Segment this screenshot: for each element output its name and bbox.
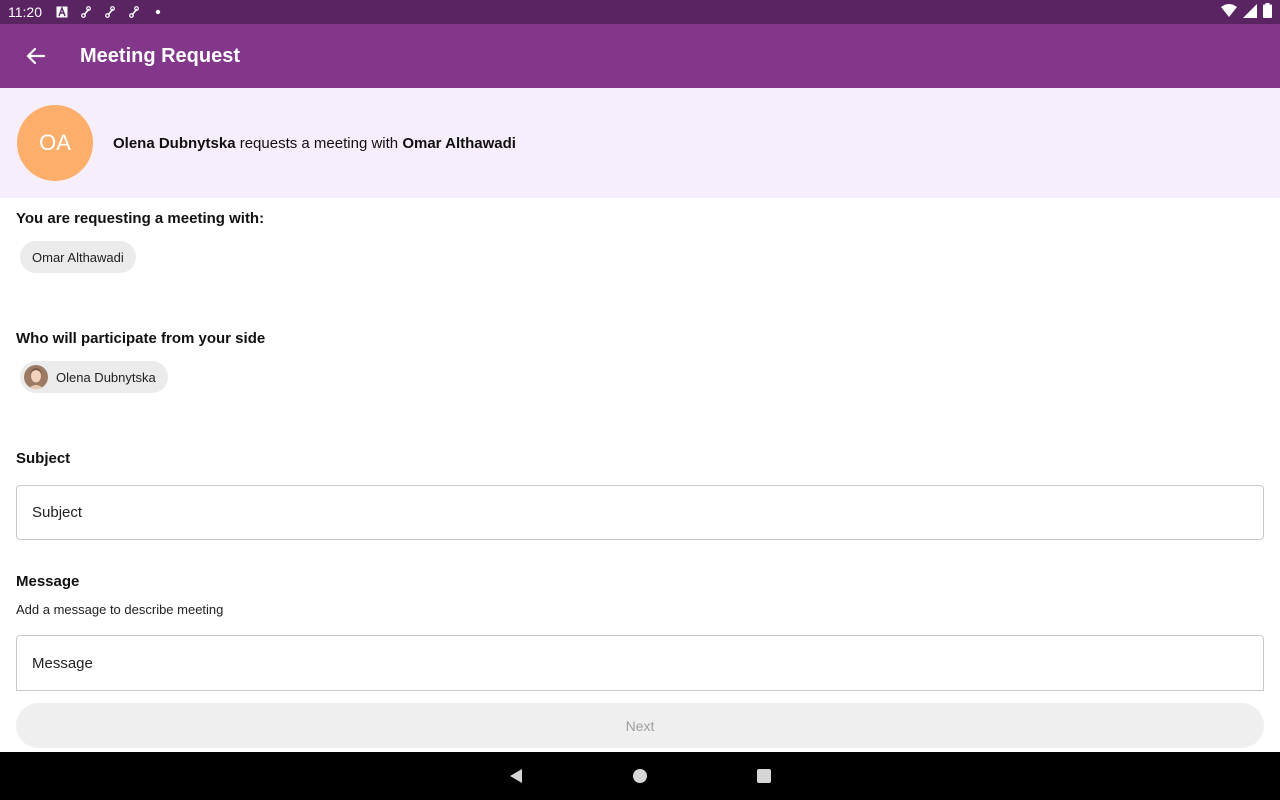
message-input[interactable]: [32, 654, 1263, 672]
arrow-left-icon: [26, 47, 46, 65]
next-button-label: Next: [625, 717, 655, 734]
participant-chip[interactable]: Olena Dubnytska: [20, 361, 168, 393]
home-circle-icon: [633, 769, 647, 783]
battery-icon: [1263, 3, 1272, 21]
subject-input[interactable]: [32, 504, 1263, 521]
nav-back-button[interactable]: [504, 764, 528, 788]
status-time: 11:20: [8, 4, 42, 20]
participant-avatar: [24, 365, 48, 389]
requester-name: Olena Dubnytska: [113, 134, 236, 152]
message-field: [16, 635, 1264, 691]
page-title: Meeting Request: [80, 44, 241, 67]
wifi-icon: [1221, 3, 1237, 21]
status-bar: 11:20: [0, 0, 1280, 24]
avatar: OA: [17, 105, 93, 181]
app-bar: Meeting Request: [0, 24, 1280, 88]
system-nav-bar: [0, 752, 1280, 800]
link-icon: [102, 4, 118, 20]
participant-name: Olena Dubnytska: [56, 369, 156, 385]
back-triangle-icon: [510, 769, 522, 783]
recents-square-icon: [757, 769, 771, 783]
dot-icon: [150, 4, 166, 20]
avatar-initials: OA: [39, 130, 71, 155]
target-name: Omar Althawadi: [402, 134, 516, 152]
message-hint: Add a message to describe meeting: [16, 602, 224, 617]
requesting-label: You are requesting a meeting with:: [16, 210, 265, 227]
signal-icon: [1243, 3, 1257, 21]
link-icon: [126, 4, 142, 20]
participants-label: Who will participate from your side: [16, 330, 266, 347]
requested-person-name: Omar Althawadi: [32, 249, 124, 265]
request-summary: Olena Dubnytska requests a meeting with …: [113, 135, 516, 152]
requested-person-chip[interactable]: Omar Althawadi: [20, 241, 136, 273]
subject-label: Subject: [16, 450, 71, 467]
nav-recents-button[interactable]: [752, 764, 776, 788]
request-banner: OA Olena Dubnytska requests a meeting wi…: [0, 88, 1280, 198]
font-icon: [54, 4, 70, 20]
back-button[interactable]: [24, 44, 48, 68]
request-connector-text: requests a meeting with: [235, 134, 403, 152]
nav-home-button[interactable]: [628, 764, 652, 788]
link-icon: [78, 4, 94, 20]
message-label: Message: [16, 573, 80, 590]
subject-field: [16, 485, 1264, 540]
next-button[interactable]: Next: [16, 703, 1264, 748]
